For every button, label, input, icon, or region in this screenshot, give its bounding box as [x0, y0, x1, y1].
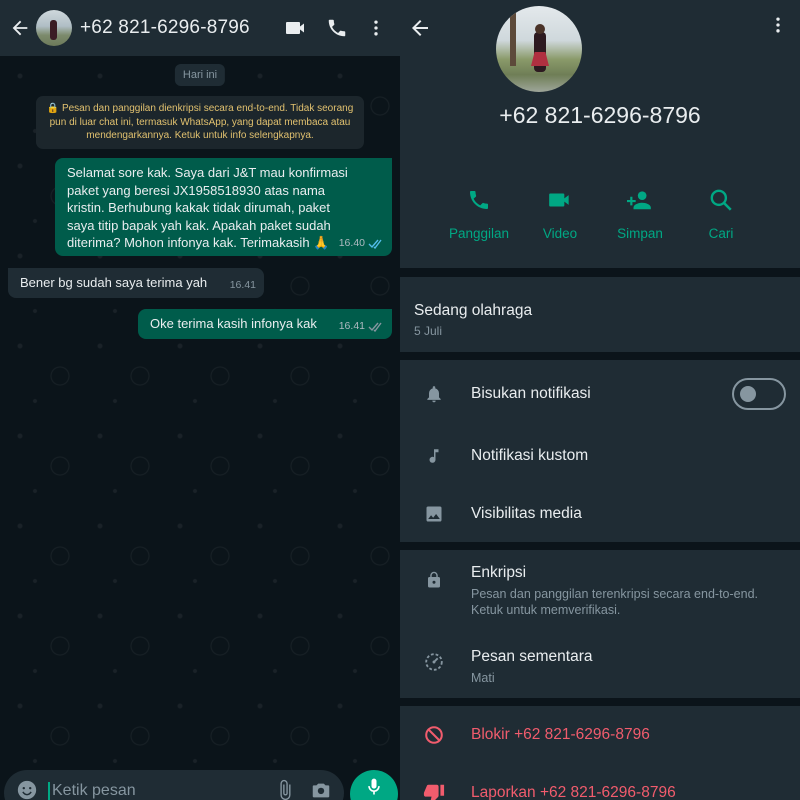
encryption-title: Enkripsi: [471, 564, 527, 581]
info-more-button[interactable]: [768, 14, 788, 41]
chat-pane: +62 821-6296-8796 Hari ini 🔒 Pesan dan p…: [0, 0, 400, 800]
voice-message-button[interactable]: [350, 770, 398, 800]
call-action-label: Panggilan: [448, 226, 510, 241]
block-contact-row[interactable]: Blokir +62 821-6296-8796: [400, 722, 800, 748]
message-time: 16.40: [338, 236, 365, 249]
video-action-label: Video: [542, 226, 578, 241]
disappearing-messages-row[interactable]: Pesan sementara Mati: [400, 646, 800, 686]
add-person-icon: [627, 191, 651, 210]
profile-photo[interactable]: [496, 6, 582, 92]
emoji-icon[interactable]: [16, 779, 38, 800]
search-icon: [710, 189, 732, 211]
message-text: Bener bg sudah saya terima yah: [20, 275, 208, 290]
report-contact-label: Laporkan +62 821-6296-8796: [471, 784, 676, 800]
timer-icon: [425, 653, 443, 671]
disappearing-messages-title: Pesan sementara: [471, 648, 593, 665]
message-time: 16.41: [338, 319, 365, 332]
message-text: Oke terima kasih infonya kak: [150, 316, 317, 331]
contact-avatar[interactable]: [36, 10, 72, 46]
search-action-button[interactable]: Cari: [681, 182, 761, 241]
message-text: Selamat sore kak. Saya dari J&T mau konf…: [67, 165, 348, 250]
message-time: 16.41: [229, 278, 256, 291]
report-contact-row[interactable]: Laporkan +62 821-6296-8796: [400, 780, 800, 800]
custom-notifications-row[interactable]: Notifikasi kustom: [400, 440, 800, 472]
encryption-row[interactable]: Enkripsi Pesan dan panggilan terenkripsi…: [400, 562, 800, 622]
message-composer: [4, 770, 344, 800]
danger-section: Blokir +62 821-6296-8796 Laporkan +62 82…: [400, 706, 800, 800]
attach-icon[interactable]: [274, 779, 296, 800]
info-back-button[interactable]: [408, 10, 432, 51]
contact-info-header: +62 821-6296-8796 Panggilan Video Simpan…: [400, 0, 800, 268]
mute-notifications-row[interactable]: Bisukan notifikasi: [400, 378, 800, 410]
quick-actions: Panggilan Video Simpan Cari: [400, 182, 800, 252]
encryption-notice[interactable]: 🔒 Pesan dan panggilan dienkripsi secara …: [36, 96, 364, 149]
about-section[interactable]: Sedang olahraga 5 Juli: [400, 277, 800, 352]
about-date: 5 Juli: [414, 324, 443, 338]
mute-toggle[interactable]: [732, 378, 786, 410]
chat-header: +62 821-6296-8796: [0, 0, 400, 56]
phone-icon: [470, 191, 488, 209]
mic-icon: [368, 778, 380, 795]
block-icon: [425, 726, 443, 744]
block-contact-label: Blokir +62 821-6296-8796: [471, 726, 650, 743]
read-ticks-icon: [368, 239, 382, 249]
search-action-label: Cari: [708, 226, 734, 241]
encryption-subtitle: Pesan dan panggilan terenkripsi secara e…: [471, 587, 758, 617]
video-icon: [549, 193, 569, 207]
video-call-icon[interactable]: [284, 16, 308, 40]
message-bubble-outgoing[interactable]: Oke terima kasih infonya kak 16.41: [138, 309, 392, 339]
contact-info-pane: +62 821-6296-8796 Panggilan Video Simpan…: [400, 0, 800, 800]
lock-icon: [428, 571, 440, 588]
custom-notifications-label: Notifikasi kustom: [471, 447, 589, 464]
message-list: Hari ini 🔒 Pesan dan panggilan dienkrips…: [0, 56, 400, 756]
bell-icon: [427, 386, 441, 403]
notification-section: Bisukan notifikasi Notifikasi kustom Vis…: [400, 360, 800, 542]
message-bubble-outgoing[interactable]: Selamat sore kak. Saya dari J&T mau konf…: [55, 158, 392, 256]
save-contact-label: Simpan: [617, 226, 663, 241]
about-text: Sedang olahraga: [414, 302, 533, 319]
composer-bar: [0, 770, 400, 800]
camera-icon[interactable]: [310, 779, 332, 800]
contact-name: +62 821-6296-8796: [499, 102, 701, 128]
mute-notifications-label: Bisukan notifikasi: [471, 385, 591, 402]
back-arrow-icon: [412, 20, 428, 36]
back-arrow-icon: [12, 20, 28, 36]
chat-title[interactable]: +62 821-6296-8796: [80, 17, 284, 39]
voice-call-icon[interactable]: [326, 17, 348, 39]
message-bubble-incoming[interactable]: Bener bg sudah saya terima yah 16.41: [8, 268, 264, 298]
privacy-section: Enkripsi Pesan dan panggilan terenkripsi…: [400, 550, 800, 698]
message-input[interactable]: [48, 782, 274, 800]
media-visibility-row[interactable]: Visibilitas media: [400, 498, 800, 530]
more-options-icon: [776, 17, 780, 33]
music-note-icon: [429, 449, 439, 463]
more-options-icon[interactable]: [366, 17, 386, 39]
media-visibility-label: Visibilitas media: [471, 505, 582, 522]
call-action-button[interactable]: Panggilan: [439, 182, 519, 241]
date-chip: Hari ini: [174, 64, 226, 86]
disappearing-messages-status: Mati: [471, 671, 495, 685]
read-ticks-icon: [368, 322, 382, 332]
thumbs-down-icon: [423, 784, 445, 800]
back-button[interactable]: [4, 8, 36, 48]
save-contact-button[interactable]: Simpan: [600, 182, 680, 241]
image-icon: [426, 506, 442, 522]
video-action-button[interactable]: Video: [520, 182, 600, 241]
